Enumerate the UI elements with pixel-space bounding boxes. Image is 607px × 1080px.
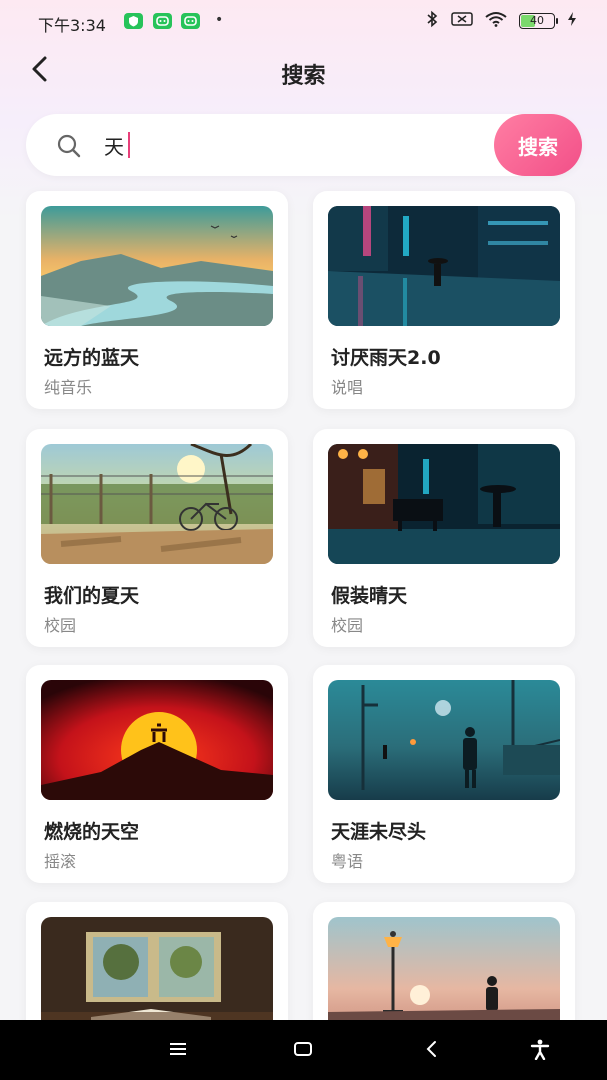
search-button[interactable]: 搜索 — [494, 114, 582, 176]
bluetooth-icon — [425, 10, 439, 32]
song-genre: 校园 — [331, 616, 364, 635]
menu-icon — [168, 1041, 188, 1061]
song-card[interactable]: 燃烧的天空 摇滚 — [26, 665, 288, 883]
sunset-river-landscape-image — [41, 206, 273, 326]
song-genre: 纯音乐 — [44, 378, 93, 397]
song-card[interactable]: 我们的夏天 校园 — [26, 429, 288, 647]
song-genre: 摇滚 — [44, 852, 77, 871]
status-bar: 下午3:34 • 40 — [0, 0, 607, 44]
system-nav-bar — [0, 1020, 607, 1080]
song-title: 燃烧的天空 — [44, 821, 140, 843]
window-open-book-image — [41, 917, 273, 1037]
charging-icon — [567, 11, 577, 31]
song-genre: 校园 — [44, 616, 77, 635]
home-square-icon — [293, 1040, 313, 1062]
shield-app-icon — [124, 13, 143, 29]
song-card[interactable]: 远方的蓝天 纯音乐 — [26, 191, 288, 409]
song-title: 天涯未尽头 — [331, 821, 427, 843]
foggy-street-lone-figure-image — [328, 680, 560, 800]
status-right-icons: 40 — [425, 10, 577, 32]
streetlamp-sunset-figure-image — [328, 917, 560, 1037]
search-bar: 搜索 — [26, 114, 582, 176]
battery-level: 40 — [530, 14, 544, 27]
rainy-night-street-piano-image — [328, 444, 560, 564]
status-time: 下午3:34 — [38, 16, 106, 35]
android-app-icon — [181, 13, 200, 29]
battery-icon: 40 — [519, 13, 558, 29]
wifi-icon — [485, 11, 507, 31]
accessibility-icon — [529, 1038, 551, 1064]
song-genre: 说唱 — [331, 378, 364, 397]
home-button[interactable] — [290, 1038, 316, 1064]
song-card[interactable]: 天涯未尽头 粤语 — [313, 665, 575, 883]
song-title: 讨厌雨天2.0 — [331, 347, 441, 369]
notification-dot: • — [215, 12, 224, 28]
sunlit-fence-bicycle-image — [41, 444, 273, 564]
search-icon — [56, 133, 82, 163]
accessibility-button[interactable] — [527, 1038, 553, 1064]
song-genre: 粤语 — [331, 852, 364, 871]
menu-button[interactable] — [165, 1038, 191, 1064]
text-caret — [128, 132, 130, 158]
sim-x-icon — [451, 11, 473, 31]
song-title: 我们的夏天 — [44, 585, 140, 607]
page-title: 搜索 — [281, 64, 326, 89]
back-triangle-icon — [424, 1040, 438, 1062]
song-card[interactable]: 讨厌雨天2.0 说唱 — [313, 191, 575, 409]
header: 搜索 — [0, 44, 607, 100]
red-sky-mountain-silhouette-image — [41, 680, 273, 800]
back-nav-button[interactable] — [418, 1038, 444, 1064]
neon-rainy-city-street-image — [328, 206, 560, 326]
song-title: 假装晴天 — [331, 585, 408, 607]
song-card[interactable]: 假装晴天 校园 — [313, 429, 575, 647]
song-title: 远方的蓝天 — [44, 347, 140, 369]
search-input[interactable] — [104, 128, 484, 162]
android-app-icon — [153, 13, 172, 29]
